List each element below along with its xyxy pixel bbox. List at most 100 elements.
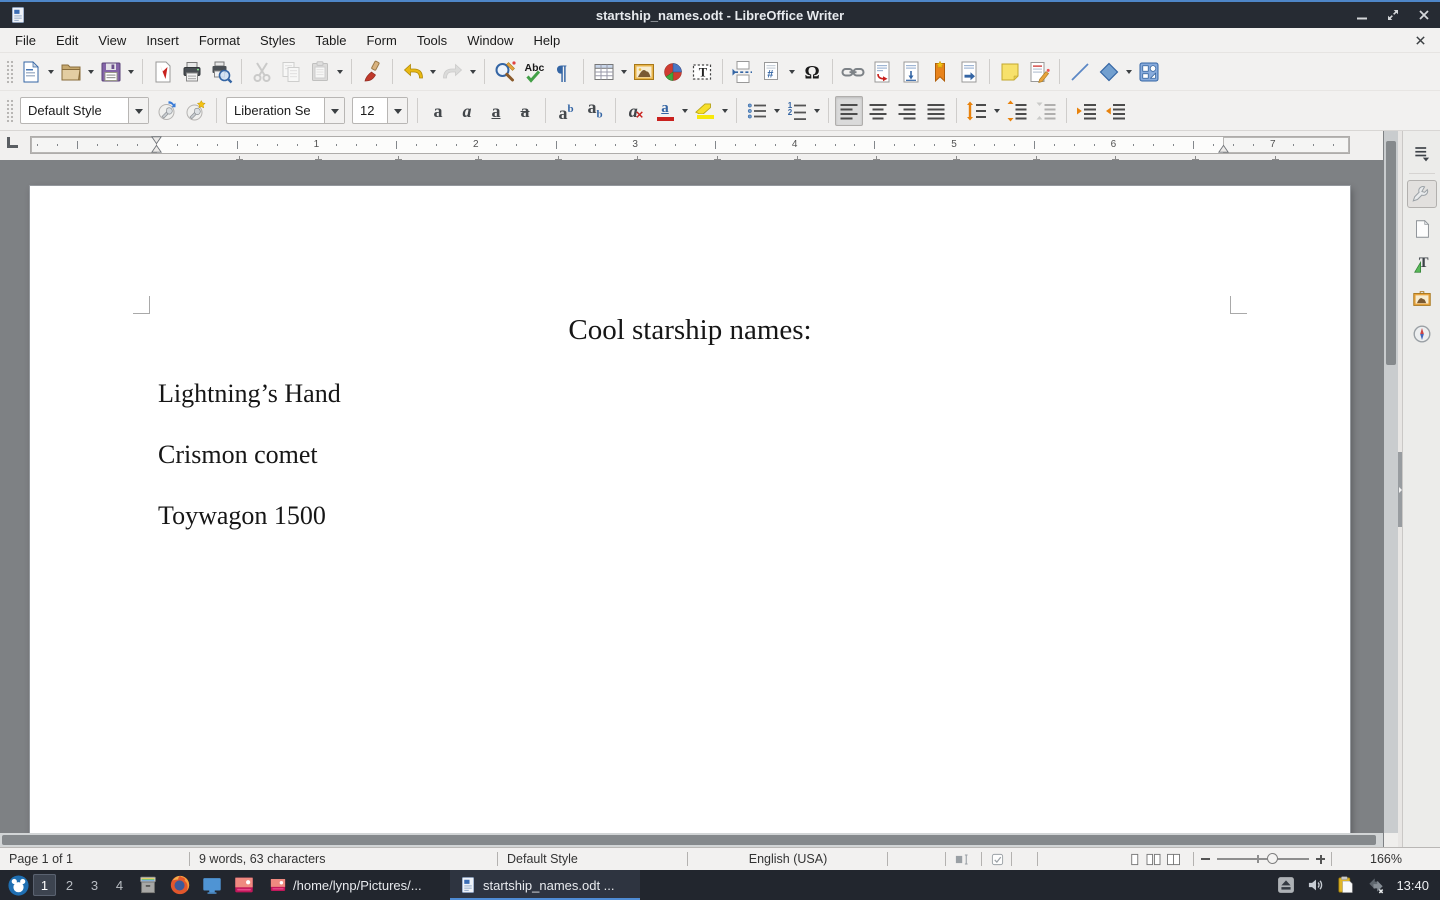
cross-reference-button[interactable] <box>955 57 983 87</box>
network-icon[interactable] <box>1366 875 1386 895</box>
status-zoom-level[interactable]: 166% <box>1332 848 1440 870</box>
page-break-button[interactable] <box>729 57 757 87</box>
clear-formatting-button[interactable]: a× <box>622 96 650 126</box>
indent-marker-left[interactable] <box>151 136 162 158</box>
save-button[interactable] <box>97 57 125 87</box>
sidebar-tab-properties[interactable] <box>1407 180 1437 208</box>
export-pdf-button[interactable] <box>149 57 177 87</box>
numbered-list-button[interactable]: 12 <box>783 96 811 126</box>
draw-functions-button[interactable] <box>1135 57 1163 87</box>
comment-button[interactable] <box>996 57 1024 87</box>
increase-paragraph-spacing-button[interactable] <box>1003 96 1031 126</box>
sidebar-tab-gallery[interactable] <box>1407 285 1437 313</box>
new-document-dropdown[interactable] <box>46 58 56 86</box>
workspace-2[interactable]: 2 <box>58 874 81 896</box>
launcher-file-manager[interactable] <box>134 872 162 898</box>
font-name-dropdown-icon[interactable] <box>324 98 344 123</box>
paste-dropdown[interactable] <box>335 58 345 86</box>
save-dropdown[interactable] <box>126 58 136 86</box>
print-button[interactable] <box>178 57 206 87</box>
open-button[interactable] <box>57 57 85 87</box>
font-size-value[interactable]: 12 <box>353 98 387 123</box>
undo-button[interactable] <box>399 57 427 87</box>
tab-stop-selector[interactable] <box>7 137 18 148</box>
status-page-number[interactable]: Page 1 of 1 <box>0 848 190 870</box>
strikethrough-button[interactable]: a <box>511 96 539 126</box>
font-size-combobox[interactable]: 12 <box>352 97 408 124</box>
update-style-button[interactable] <box>153 96 181 126</box>
document-paragraph[interactable]: Lightning’s Hand <box>158 379 341 409</box>
book-view-icon[interactable] <box>1166 853 1181 866</box>
horizontal-scrollbar-thumb[interactable] <box>2 835 1376 845</box>
undo-dropdown[interactable] <box>428 58 438 86</box>
font-name-value[interactable]: Liberation Se <box>227 98 324 123</box>
eject-icon[interactable] <box>1276 875 1296 895</box>
workspace-3[interactable]: 3 <box>83 874 106 896</box>
insert-field-dropdown[interactable] <box>787 58 797 86</box>
find-replace-button[interactable] <box>491 57 519 87</box>
menu-table[interactable]: Table <box>305 30 356 51</box>
zoom-in-icon[interactable] <box>1316 855 1325 864</box>
subscript-button[interactable]: ab <box>581 96 609 126</box>
menu-form[interactable]: Form <box>356 30 406 51</box>
taskbar-task[interactable]: /home/lynp/Pictures/... <box>260 870 450 900</box>
insert-line-button[interactable] <box>1066 57 1094 87</box>
bold-button[interactable]: a <box>424 96 452 126</box>
redo-dropdown[interactable] <box>468 58 478 86</box>
font-color-button[interactable]: a <box>651 96 679 126</box>
paste-button[interactable] <box>306 57 334 87</box>
clipboard-icon[interactable] <box>1336 875 1356 895</box>
menu-view[interactable]: View <box>88 30 136 51</box>
restore-icon[interactable] <box>1386 8 1400 22</box>
minimize-icon[interactable] <box>1355 8 1369 22</box>
horizontal-scrollbar[interactable] <box>0 833 1383 847</box>
status-selection-mode[interactable] <box>982 848 1012 870</box>
line-spacing-dropdown[interactable] <box>992 97 1002 125</box>
menu-styles[interactable]: Styles <box>250 30 305 51</box>
close-icon[interactable] <box>1417 8 1431 22</box>
launcher-firefox[interactable] <box>166 872 194 898</box>
taskbar-clock[interactable]: 13:40 <box>1396 878 1429 893</box>
align-right-button[interactable] <box>893 96 921 126</box>
paragraph-style-value[interactable]: Default Style <box>21 98 128 123</box>
track-changes-button[interactable] <box>1025 57 1053 87</box>
zoom-slider[interactable] <box>1217 858 1309 860</box>
workspace-1[interactable]: 1 <box>33 874 56 896</box>
bullet-list-dropdown[interactable] <box>772 97 782 125</box>
menu-file[interactable]: File <box>5 30 46 51</box>
insert-textbox-button[interactable]: T <box>688 57 716 87</box>
vertical-scrollbar[interactable] <box>1384 131 1398 833</box>
status-word-count[interactable]: 9 words, 63 characters <box>190 848 498 870</box>
applications-menu-button[interactable] <box>4 871 32 899</box>
basic-shapes-button[interactable] <box>1095 57 1123 87</box>
toolbar-drag-handle[interactable] <box>5 98 13 124</box>
endnote-button[interactable] <box>897 57 925 87</box>
vertical-scrollbar-thumb[interactable] <box>1386 141 1396 365</box>
highlight-color-button[interactable] <box>691 96 719 126</box>
launcher-media-app[interactable] <box>230 872 258 898</box>
document-title-text[interactable]: Cool starship names: <box>156 314 1224 347</box>
sidebar-tab-page[interactable] <box>1407 215 1437 243</box>
new-style-button[interactable] <box>182 96 210 126</box>
menu-format[interactable]: Format <box>189 30 250 51</box>
launcher-display[interactable] <box>198 872 226 898</box>
sidebar-tab-navigator[interactable] <box>1407 320 1437 348</box>
font-size-dropdown-icon[interactable] <box>387 98 407 123</box>
sidebar-tab-styles[interactable]: T <box>1407 250 1437 278</box>
menu-insert[interactable]: Insert <box>136 30 189 51</box>
menu-window[interactable]: Window <box>457 30 523 51</box>
insert-table-button[interactable] <box>590 57 618 87</box>
hyperlink-button[interactable] <box>839 57 867 87</box>
formatting-marks-button[interactable]: ¶ <box>549 57 577 87</box>
menu-help[interactable]: Help <box>523 30 570 51</box>
font-name-combobox[interactable]: Liberation Se <box>226 97 345 124</box>
print-preview-button[interactable] <box>207 57 235 87</box>
clone-formatting-button[interactable] <box>358 57 386 87</box>
multi-page-view-icon[interactable] <box>1146 853 1161 866</box>
special-character-button[interactable]: Ω <box>798 57 826 87</box>
copy-button[interactable] <box>277 57 305 87</box>
zoom-slider-handle[interactable] <box>1267 853 1278 864</box>
highlight-color-dropdown[interactable] <box>720 97 730 125</box>
status-language[interactable]: English (USA) <box>688 848 888 870</box>
align-justify-button[interactable] <box>922 96 950 126</box>
